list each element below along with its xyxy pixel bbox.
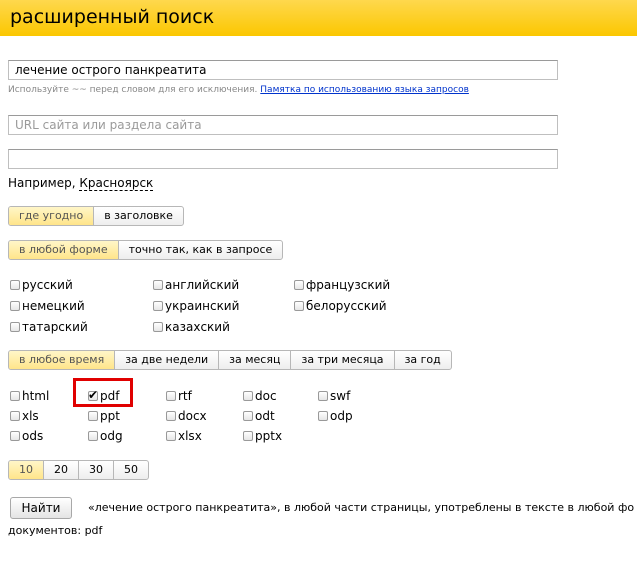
query-language-help-link[interactable]: Памятка по использованию языка запросов bbox=[260, 85, 469, 95]
checkbox[interactable] bbox=[88, 431, 98, 441]
region-example-city[interactable]: Красноярск bbox=[79, 176, 154, 191]
time-option-year[interactable]: за год bbox=[395, 351, 451, 369]
site-input[interactable] bbox=[8, 115, 558, 135]
format-label: rtf bbox=[178, 389, 192, 403]
format-ppt[interactable]: ppt bbox=[88, 409, 120, 423]
position-option-title[interactable]: в заголовке bbox=[94, 207, 183, 225]
language-french[interactable]: французский bbox=[294, 278, 390, 292]
language-label: немецкий bbox=[22, 299, 85, 313]
format-xlsx[interactable]: xlsx bbox=[166, 429, 202, 443]
format-label: xlsx bbox=[178, 429, 202, 443]
region-example-prefix: Например, bbox=[8, 176, 76, 190]
format-label: docx bbox=[178, 409, 207, 423]
language-label: украинский bbox=[165, 299, 240, 313]
language-belarusian[interactable]: белорусский bbox=[294, 299, 387, 313]
format-odt[interactable]: odt bbox=[243, 409, 275, 423]
format-ods[interactable]: ods bbox=[10, 429, 43, 443]
checkbox[interactable] bbox=[318, 391, 328, 401]
checkbox[interactable] bbox=[166, 411, 176, 421]
region-example: Например, Красноярск bbox=[8, 176, 154, 191]
language-russian[interactable]: русский bbox=[10, 278, 73, 292]
checkbox[interactable] bbox=[166, 431, 176, 441]
language-kazakh[interactable]: казахский bbox=[153, 320, 230, 334]
time-selector: в любое время за две недели за месяц за … bbox=[8, 350, 452, 370]
checkbox[interactable] bbox=[318, 411, 328, 421]
format-label: odg bbox=[100, 429, 123, 443]
language-label: казахский bbox=[165, 320, 230, 334]
format-label: odp bbox=[330, 409, 353, 423]
format-label: doc bbox=[255, 389, 277, 403]
format-pdf[interactable]: pdf bbox=[88, 388, 120, 403]
checkbox[interactable] bbox=[153, 280, 163, 290]
language-tatar[interactable]: татарский bbox=[10, 320, 88, 334]
checkbox[interactable] bbox=[153, 301, 163, 311]
checkbox[interactable] bbox=[10, 280, 20, 290]
format-swf[interactable]: swf bbox=[318, 389, 350, 403]
checkbox[interactable] bbox=[243, 391, 253, 401]
wordform-selector: в любой форме точно так, как в запросе bbox=[8, 240, 284, 260]
search-button[interactable]: Найти bbox=[10, 497, 72, 519]
checkbox[interactable] bbox=[10, 322, 20, 332]
results-option-20[interactable]: 20 bbox=[44, 461, 79, 479]
query-input[interactable] bbox=[8, 60, 558, 80]
language-label: татарский bbox=[22, 320, 88, 334]
format-label: html bbox=[22, 389, 50, 403]
format-odp[interactable]: odp bbox=[318, 409, 353, 423]
language-label: английский bbox=[165, 278, 240, 292]
format-pptx[interactable]: pptx bbox=[243, 429, 282, 443]
query-hint-text: Используйте ~~ перед словом для его искл… bbox=[8, 85, 258, 95]
page-title: расширенный поиск bbox=[10, 6, 215, 28]
language-label: русский bbox=[22, 278, 73, 292]
checkbox[interactable] bbox=[166, 391, 176, 401]
checkbox-checked[interactable] bbox=[88, 388, 98, 402]
checkbox[interactable] bbox=[10, 411, 20, 421]
time-option-any[interactable]: в любое время bbox=[9, 351, 116, 369]
checkbox[interactable] bbox=[243, 411, 253, 421]
checkbox[interactable] bbox=[10, 391, 20, 401]
format-rtf[interactable]: rtf bbox=[166, 389, 192, 403]
checkbox[interactable] bbox=[294, 280, 304, 290]
time-option-three-months[interactable]: за три месяца bbox=[291, 351, 395, 369]
format-label: pdf bbox=[100, 389, 120, 403]
language-label: французский bbox=[306, 278, 391, 292]
format-label: xls bbox=[22, 409, 39, 423]
query-hint: Используйте ~~ перед словом для его искл… bbox=[8, 85, 469, 95]
results-option-10[interactable]: 10 bbox=[9, 461, 44, 479]
region-input[interactable] bbox=[8, 149, 558, 169]
format-label: ppt bbox=[100, 409, 120, 423]
time-option-two-weeks[interactable]: за две недели bbox=[115, 351, 220, 369]
checkbox[interactable] bbox=[10, 301, 20, 311]
format-label: pptx bbox=[255, 429, 283, 443]
format-label: swf bbox=[330, 389, 351, 403]
format-doc[interactable]: doc bbox=[243, 389, 277, 403]
time-option-month[interactable]: за месяц bbox=[219, 351, 292, 369]
wordform-option-exact[interactable]: точно так, как в запросе bbox=[119, 241, 283, 259]
checkbox[interactable] bbox=[153, 322, 163, 332]
position-option-anywhere[interactable]: где угодно bbox=[9, 207, 95, 225]
format-docx[interactable]: docx bbox=[166, 409, 207, 423]
results-option-30[interactable]: 30 bbox=[79, 461, 114, 479]
format-label: ods bbox=[22, 429, 44, 443]
query-summary-line1: «лечение острого панкреатита», в любой ч… bbox=[88, 501, 635, 514]
format-html[interactable]: html bbox=[10, 389, 49, 403]
language-ukrainian[interactable]: украинский bbox=[153, 299, 239, 313]
results-option-50[interactable]: 50 bbox=[114, 461, 148, 479]
checkbox[interactable] bbox=[243, 431, 253, 441]
position-selector: где угодно в заголовке bbox=[8, 206, 184, 226]
checkbox[interactable] bbox=[294, 301, 304, 311]
language-german[interactable]: немецкий bbox=[10, 299, 85, 313]
format-label: odt bbox=[255, 409, 275, 423]
language-english[interactable]: английский bbox=[153, 278, 239, 292]
language-label: белорусский bbox=[306, 299, 387, 313]
results-per-page-selector: 10 20 30 50 bbox=[8, 460, 149, 480]
page-header: расширенный поиск bbox=[0, 0, 637, 36]
checkbox[interactable] bbox=[88, 411, 98, 421]
checkbox[interactable] bbox=[10, 431, 20, 441]
format-odg[interactable]: odg bbox=[88, 429, 123, 443]
query-summary-line2: документов: pdf bbox=[8, 524, 103, 537]
format-xls[interactable]: xls bbox=[10, 409, 39, 423]
wordform-option-any[interactable]: в любой форме bbox=[9, 241, 119, 259]
